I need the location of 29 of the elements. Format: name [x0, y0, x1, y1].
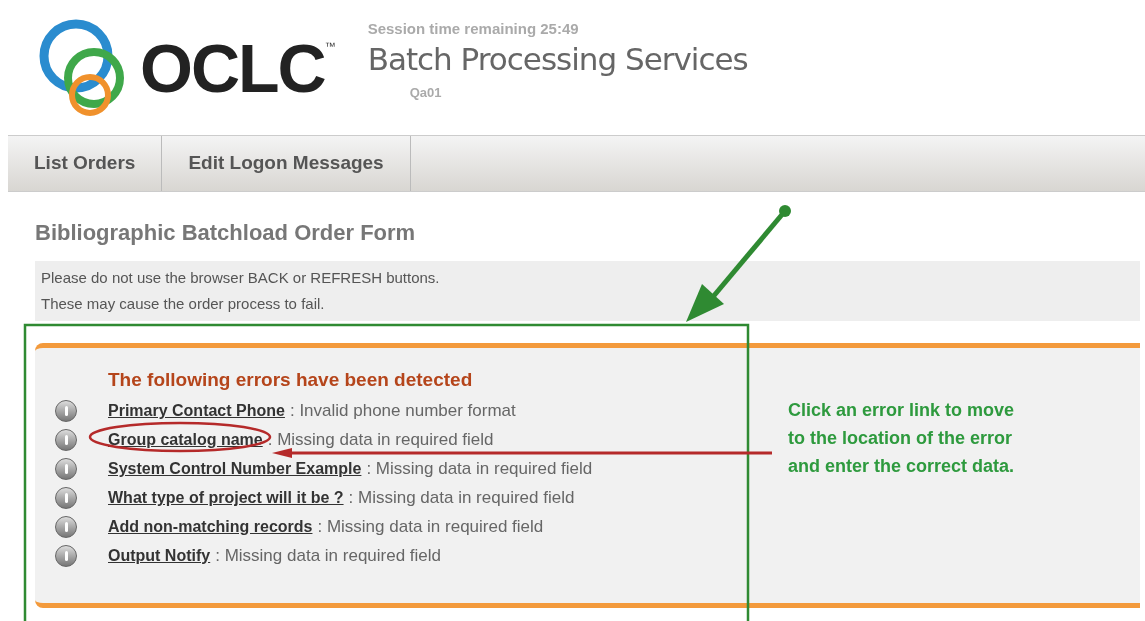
- trademark: ™: [324, 39, 336, 52]
- error-message: : Missing data in required field: [348, 487, 575, 510]
- error-link[interactable]: Output Notify: [108, 544, 211, 568]
- error-link[interactable]: What type of project will it be ?: [108, 486, 344, 510]
- info-icon: [55, 429, 77, 451]
- error-message: : Invalid phone number format: [289, 400, 516, 423]
- hint-text: Click an error link to move to the location of the error and enter the correct data.: [788, 399, 1016, 478]
- app-title: Batch Processing Services: [367, 40, 748, 77]
- info-icon: [55, 516, 77, 538]
- nav-tab[interactable]: Edit Logon Messages: [162, 136, 411, 191]
- error-link[interactable]: Add non-matching records: [108, 515, 313, 539]
- nav-tab[interactable]: List Orders: [8, 136, 163, 191]
- info-icon: [55, 458, 77, 480]
- info-icon: [55, 487, 77, 509]
- error-link[interactable]: Group catalog name: [108, 428, 263, 452]
- error-link[interactable]: Primary Contact Phone: [108, 399, 285, 423]
- error-link[interactable]: System Control Number Example: [108, 457, 362, 481]
- session-timer: Session time remaining 25:49: [367, 19, 580, 39]
- page-title: Bibliographic Batchload Order Form: [35, 219, 417, 247]
- info-icon: [55, 545, 77, 567]
- info-icon: [55, 400, 77, 422]
- notice-text: Please do not use the browser BACK or REFRESH buttons.: [41, 268, 441, 288]
- error-heading: The following errors have been detected: [108, 368, 474, 392]
- logo-text: OCLC: [140, 34, 325, 102]
- error-message: : Missing data in required field: [317, 516, 544, 539]
- error-message: : Missing data in required field: [215, 545, 442, 568]
- instance-label: Qa01: [409, 83, 443, 102]
- error-message: : Missing data in required field: [366, 458, 593, 481]
- notice-text: These may cause the order process to fail.: [41, 294, 326, 314]
